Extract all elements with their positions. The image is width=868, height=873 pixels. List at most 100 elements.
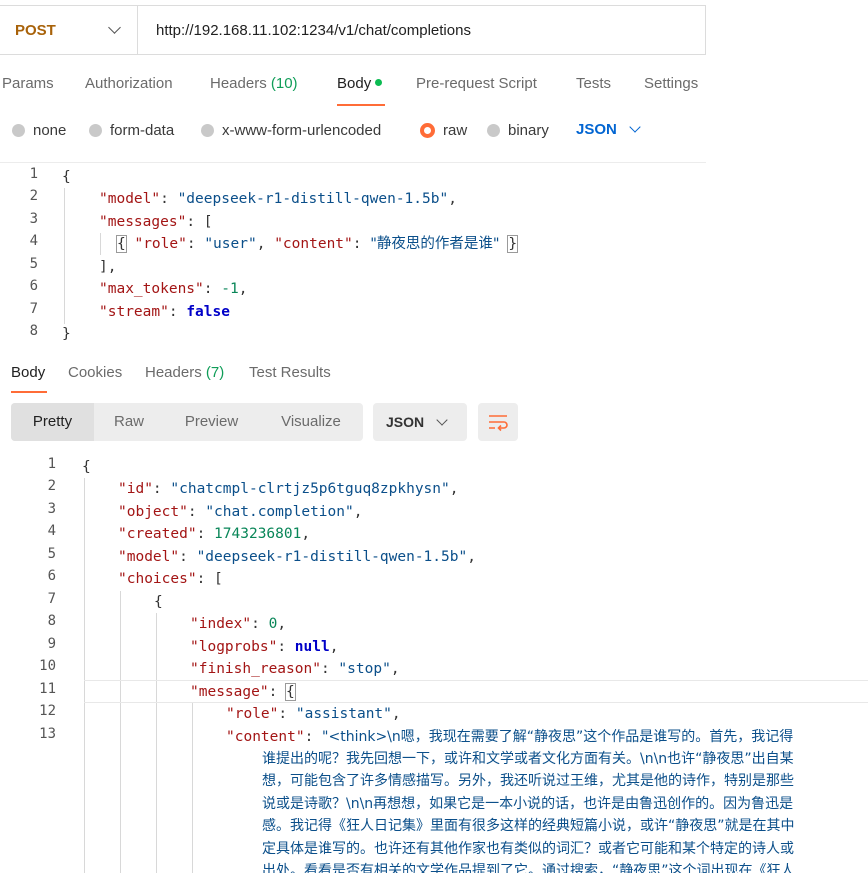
- content-wrapped-line: 谁提出的呢？我先回想一下，或许和文学或者文化方面有关。\n\n也许“静夜思”出自…: [262, 751, 794, 767]
- tab-authorization[interactable]: Authorization: [85, 75, 173, 92]
- code-line: "model": "deepseek-r1-distill-qwen-1.5b"…: [99, 191, 457, 207]
- indent-guide: [156, 613, 157, 873]
- code-line: "object": "chat.completion",: [118, 504, 363, 520]
- view-raw-button[interactable]: Raw: [94, 403, 164, 441]
- line-number: 7: [47, 591, 56, 607]
- line-number: 3: [47, 501, 56, 517]
- active-tab-indicator: [11, 391, 47, 393]
- indent-guide: [120, 591, 121, 873]
- raw-format-select[interactable]: JSON: [576, 121, 641, 138]
- tab-headers[interactable]: Headers (10): [210, 75, 298, 92]
- method-select[interactable]: POST: [0, 6, 138, 54]
- line-number: 7: [29, 301, 38, 317]
- code-line: "logprobs": null,: [190, 639, 339, 655]
- response-headers-count: (7): [205, 364, 225, 381]
- chevron-down-icon: [436, 413, 448, 426]
- response-tab-body[interactable]: Body: [11, 364, 45, 381]
- tab-settings[interactable]: Settings: [644, 75, 698, 92]
- tab-tests[interactable]: Tests: [576, 75, 611, 92]
- indent-guide: [100, 233, 101, 255]
- code-line: "created": 1743236801,: [118, 526, 311, 542]
- code-line: "finish_reason": "stop",: [190, 661, 400, 677]
- content-wrapped-line: 说或是诗歌？\n\n再想想，如果它是一本小说的话，也许是由鲁迅创作的。因为鲁迅是: [262, 796, 794, 812]
- response-format-select[interactable]: JSON: [373, 403, 467, 441]
- code-line: {: [62, 169, 71, 185]
- code-line: {: [154, 594, 163, 610]
- radio-none-label: none: [33, 122, 67, 139]
- request-tabs: Params Authorization Headers (10) Body P…: [0, 60, 706, 110]
- radio-raw[interactable]: raw: [420, 122, 467, 139]
- response-body-viewer[interactable]: 1 2 3 4 5 6 7 8 9 10 11 12 13 { "id": "c…: [0, 456, 868, 873]
- active-tab-indicator: [337, 104, 385, 106]
- line-number: 5: [47, 546, 56, 562]
- view-pretty-button[interactable]: Pretty: [11, 403, 94, 441]
- line-number: 3: [29, 211, 38, 227]
- line-number: 4: [47, 523, 56, 539]
- url-input[interactable]: http://192.168.11.102:1234/v1/chat/compl…: [138, 22, 471, 39]
- content-wrapped-line: 出处。看看是否有相关的文学作品提到了它。通过搜索，“静夜思”这个词出现在《狂人: [262, 863, 795, 873]
- line-number: 2: [29, 188, 38, 204]
- chevron-down-icon: [629, 121, 641, 133]
- line-number: 6: [47, 568, 56, 584]
- line-number: 11: [39, 681, 56, 697]
- code-line: "model": "deepseek-r1-distill-qwen-1.5b"…: [118, 549, 476, 565]
- line-number: 8: [29, 323, 38, 339]
- request-body-editor[interactable]: 1 2 3 4 5 6 7 8 { "model": "deepseek-r1-…: [0, 166, 706, 350]
- tab-pre-request-script[interactable]: Pre-request Script: [416, 75, 537, 92]
- radio-urlencoded[interactable]: x-www-form-urlencoded: [201, 122, 381, 139]
- response-tab-headers-label: Headers: [145, 364, 202, 381]
- line-number: 1: [47, 456, 56, 472]
- view-preview-button[interactable]: Preview: [164, 403, 259, 441]
- code-line: "stream": false: [99, 304, 230, 320]
- line-number: 8: [47, 613, 56, 629]
- tab-headers-label: Headers: [210, 75, 267, 92]
- divider: [0, 162, 706, 163]
- code-line: "messages": [: [99, 214, 213, 230]
- content-wrapped-line: 想，可能包含了许多情感描写。另外，我还听说过王维，尤其是他的诗作，特别是那些: [262, 773, 794, 789]
- indent-guide: [84, 478, 85, 873]
- code-line: "id": "chatcmpl-clrtjz5p6tguq8zpkhysn",: [118, 481, 459, 497]
- wrap-lines-button[interactable]: [478, 403, 518, 441]
- code-line: }: [62, 326, 71, 342]
- response-tab-test-results[interactable]: Test Results: [249, 364, 331, 381]
- radio-form-data-label: form-data: [110, 122, 175, 139]
- wrap-lines-icon: [489, 415, 508, 432]
- tab-params[interactable]: Params: [2, 75, 54, 92]
- headers-count: (10): [270, 75, 298, 92]
- radio-selected-icon: [420, 123, 435, 138]
- response-tab-headers[interactable]: Headers (7): [145, 364, 224, 381]
- code-line: "choices": [: [118, 571, 223, 587]
- code-line: {: [82, 459, 91, 475]
- radio-circle-icon: [487, 124, 500, 137]
- view-visualize-button[interactable]: Visualize: [259, 403, 363, 441]
- indent-guide: [64, 188, 65, 324]
- line-number: 12: [39, 703, 56, 719]
- radio-circle-icon: [12, 124, 25, 137]
- line-number: 2: [47, 478, 56, 494]
- request-bar: POST http://192.168.11.102:1234/v1/chat/…: [0, 5, 706, 55]
- content-wrapped-line: 感。我记得《狂人日记集》里面有很多这样的经典短篇小说，或许“静夜思”就是在其中: [262, 818, 795, 834]
- radio-circle-icon: [89, 124, 102, 137]
- tab-body[interactable]: Body: [337, 75, 383, 92]
- radio-urlencoded-label: x-www-form-urlencoded: [222, 122, 382, 139]
- line-number: 5: [29, 256, 38, 272]
- method-label: POST: [15, 21, 56, 39]
- code-line: "role": "assistant",: [226, 706, 401, 722]
- view-mode-toggle: Pretty Raw Preview Visualize: [11, 403, 363, 441]
- indent-guide: [192, 703, 193, 873]
- code-line: "message": {: [190, 683, 296, 701]
- body-type-options: none form-data x-www-form-urlencoded raw…: [0, 116, 706, 146]
- chevron-down-icon: [108, 21, 121, 34]
- response-tab-cookies[interactable]: Cookies: [68, 364, 122, 381]
- radio-form-data[interactable]: form-data: [89, 122, 174, 139]
- code-line: "content": "<think>\n嗯，我现在需要了解“静夜思”这个作品是…: [226, 729, 794, 745]
- radio-none[interactable]: none: [12, 122, 66, 139]
- radio-raw-label: raw: [443, 122, 468, 139]
- line-number: 10: [39, 658, 56, 674]
- line-number: 13: [39, 726, 56, 742]
- line-number: 9: [47, 636, 56, 652]
- radio-binary[interactable]: binary: [487, 122, 549, 139]
- modified-dot-icon: [375, 79, 383, 87]
- radio-binary-label: binary: [508, 122, 549, 139]
- raw-format-label: JSON: [576, 121, 617, 138]
